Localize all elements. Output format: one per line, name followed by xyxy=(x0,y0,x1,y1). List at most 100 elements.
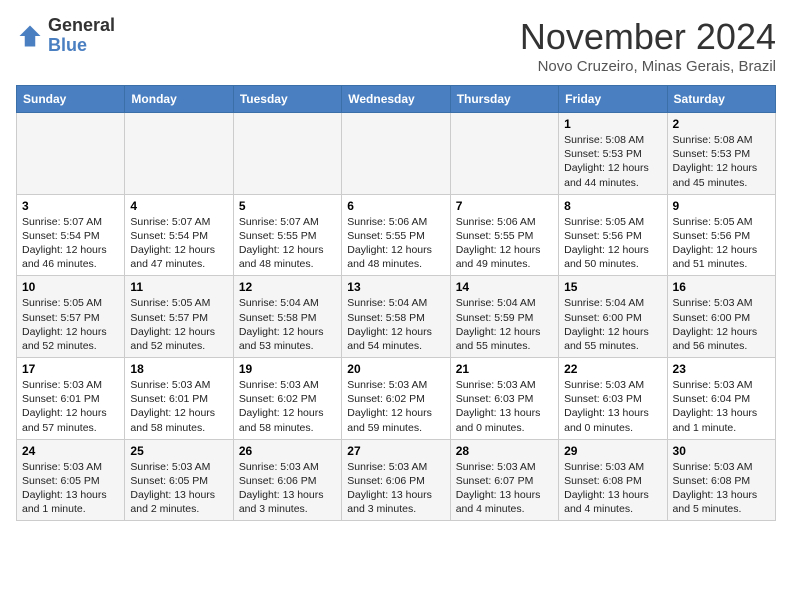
calendar-cell: 26Sunrise: 5:03 AMSunset: 6:06 PMDayligh… xyxy=(233,439,341,521)
calendar-cell: 8 Sunrise: 5:05 AMSunset: 5:56 PMDaylight… xyxy=(559,194,667,276)
calendar-cell: 27 Sunrise: 5:03 AMSunset: 6:06 PMDayligh… xyxy=(342,439,450,521)
day-info: Sunrise: 5:03 AMSunset: 6:01 PMDaylight:… xyxy=(22,378,119,435)
weekday-header-tuesday: Tuesday xyxy=(233,86,341,113)
day-info: Sunrise: 5:08 AMSunset: 5:53 PMDaylight:… xyxy=(564,133,661,190)
day-number: 24 xyxy=(22,444,119,458)
day-number: 6 xyxy=(347,199,444,213)
calendar-cell: 3 Sunrise: 5:07 AMSunset: 5:54 PMDaylight… xyxy=(17,194,125,276)
logo-general-text: General xyxy=(48,15,115,35)
calendar-cell: 14Sunrise: 5:04 AMSunset: 5:59 PMDayligh… xyxy=(450,276,558,358)
calendar-cell xyxy=(342,113,450,195)
day-number: 21 xyxy=(456,362,553,376)
calendar-cell: 6 Sunrise: 5:06 AMSunset: 5:55 PMDaylight… xyxy=(342,194,450,276)
month-title: November 2024 xyxy=(520,16,776,58)
day-info: Sunrise: 5:03 AMSunset: 6:05 PMDaylight:… xyxy=(22,460,119,517)
day-number: 26 xyxy=(239,444,336,458)
day-number: 20 xyxy=(347,362,444,376)
day-info: Sunrise: 5:05 AMSunset: 5:56 PMDaylight:… xyxy=(564,215,661,272)
day-number: 23 xyxy=(673,362,770,376)
calendar-cell: 17Sunrise: 5:03 AMSunset: 6:01 PMDayligh… xyxy=(17,358,125,440)
day-info: Sunrise: 5:05 AMSunset: 5:57 PMDaylight:… xyxy=(130,296,227,353)
day-number: 19 xyxy=(239,362,336,376)
calendar-cell: 2 Sunrise: 5:08 AMSunset: 5:53 PMDaylight… xyxy=(667,113,775,195)
day-number: 15 xyxy=(564,280,661,294)
calendar-cell xyxy=(450,113,558,195)
calendar-week-row: 3 Sunrise: 5:07 AMSunset: 5:54 PMDaylight… xyxy=(17,194,776,276)
day-info: Sunrise: 5:03 AMSunset: 6:03 PMDaylight:… xyxy=(456,378,553,435)
day-info: Sunrise: 5:03 AMSunset: 6:07 PMDaylight:… xyxy=(456,460,553,517)
calendar-cell: 23 Sunrise: 5:03 AMSunset: 6:04 PMDayligh… xyxy=(667,358,775,440)
calendar-cell: 10 Sunrise: 5:05 AMSunset: 5:57 PMDayligh… xyxy=(17,276,125,358)
weekday-header-wednesday: Wednesday xyxy=(342,86,450,113)
day-number: 29 xyxy=(564,444,661,458)
day-number: 27 xyxy=(347,444,444,458)
logo-blue-text: Blue xyxy=(48,35,87,55)
title-block: November 2024 Novo Cruzeiro, Minas Gerai… xyxy=(520,16,776,75)
day-number: 10 xyxy=(22,280,119,294)
calendar-cell: 11 Sunrise: 5:05 AMSunset: 5:57 PMDayligh… xyxy=(125,276,233,358)
logo: General Blue xyxy=(16,16,115,56)
day-number: 14 xyxy=(456,280,553,294)
weekday-header-saturday: Saturday xyxy=(667,86,775,113)
calendar-cell xyxy=(125,113,233,195)
calendar-cell: 18 Sunrise: 5:03 AMSunset: 6:01 PMDayligh… xyxy=(125,358,233,440)
weekday-header-row: SundayMondayTuesdayWednesdayThursdayFrid… xyxy=(17,86,776,113)
day-info: Sunrise: 5:05 AMSunset: 5:57 PMDaylight:… xyxy=(22,296,119,353)
weekday-header-sunday: Sunday xyxy=(17,86,125,113)
day-number: 18 xyxy=(130,362,227,376)
day-number: 12 xyxy=(239,280,336,294)
day-info: Sunrise: 5:06 AMSunset: 5:55 PMDaylight:… xyxy=(456,215,553,272)
day-number: 7 xyxy=(456,199,553,213)
calendar-cell: 29 Sunrise: 5:03 AMSunset: 6:08 PMDayligh… xyxy=(559,439,667,521)
day-info: Sunrise: 5:08 AMSunset: 5:53 PMDaylight:… xyxy=(673,133,770,190)
day-number: 25 xyxy=(130,444,227,458)
day-info: Sunrise: 5:03 AMSunset: 6:03 PMDaylight:… xyxy=(564,378,661,435)
day-info: Sunrise: 5:04 AMSunset: 5:58 PMDaylight:… xyxy=(239,296,336,353)
location-subtitle: Novo Cruzeiro, Minas Gerais, Brazil xyxy=(520,58,776,75)
calendar-week-row: 1 Sunrise: 5:08 AMSunset: 5:53 PMDaylight… xyxy=(17,113,776,195)
day-number: 3 xyxy=(22,199,119,213)
day-info: Sunrise: 5:03 AMSunset: 6:05 PMDaylight:… xyxy=(130,460,227,517)
day-number: 1 xyxy=(564,117,661,131)
logo-icon xyxy=(16,22,44,50)
day-info: Sunrise: 5:03 AMSunset: 6:08 PMDaylight:… xyxy=(673,460,770,517)
day-number: 2 xyxy=(673,117,770,131)
calendar-cell: 13Sunrise: 5:04 AMSunset: 5:58 PMDayligh… xyxy=(342,276,450,358)
calendar-cell: 25 Sunrise: 5:03 AMSunset: 6:05 PMDayligh… xyxy=(125,439,233,521)
day-info: Sunrise: 5:03 AMSunset: 6:02 PMDaylight:… xyxy=(347,378,444,435)
calendar-cell: 4Sunrise: 5:07 AMSunset: 5:54 PMDaylight… xyxy=(125,194,233,276)
calendar-cell xyxy=(233,113,341,195)
calendar-cell: 28 Sunrise: 5:03 AMSunset: 6:07 PMDayligh… xyxy=(450,439,558,521)
day-info: Sunrise: 5:03 AMSunset: 6:04 PMDaylight:… xyxy=(673,378,770,435)
calendar-week-row: 24 Sunrise: 5:03 AMSunset: 6:05 PMDayligh… xyxy=(17,439,776,521)
day-number: 5 xyxy=(239,199,336,213)
calendar-week-row: 17Sunrise: 5:03 AMSunset: 6:01 PMDayligh… xyxy=(17,358,776,440)
day-info: Sunrise: 5:06 AMSunset: 5:55 PMDaylight:… xyxy=(347,215,444,272)
calendar-week-row: 10 Sunrise: 5:05 AMSunset: 5:57 PMDayligh… xyxy=(17,276,776,358)
day-info: Sunrise: 5:05 AMSunset: 5:56 PMDaylight:… xyxy=(673,215,770,272)
day-number: 16 xyxy=(673,280,770,294)
day-info: Sunrise: 5:03 AMSunset: 6:08 PMDaylight:… xyxy=(564,460,661,517)
calendar-cell: 20 Sunrise: 5:03 AMSunset: 6:02 PMDayligh… xyxy=(342,358,450,440)
day-number: 22 xyxy=(564,362,661,376)
weekday-header-friday: Friday xyxy=(559,86,667,113)
day-info: Sunrise: 5:03 AMSunset: 6:01 PMDaylight:… xyxy=(130,378,227,435)
day-number: 11 xyxy=(130,280,227,294)
day-info: Sunrise: 5:07 AMSunset: 5:54 PMDaylight:… xyxy=(22,215,119,272)
calendar-cell: 24 Sunrise: 5:03 AMSunset: 6:05 PMDayligh… xyxy=(17,439,125,521)
calendar-cell: 5Sunrise: 5:07 AMSunset: 5:55 PMDaylight… xyxy=(233,194,341,276)
day-number: 9 xyxy=(673,199,770,213)
day-info: Sunrise: 5:03 AMSunset: 6:06 PMDaylight:… xyxy=(347,460,444,517)
calendar-cell: 16 Sunrise: 5:03 AMSunset: 6:00 PMDayligh… xyxy=(667,276,775,358)
calendar-cell: 30Sunrise: 5:03 AMSunset: 6:08 PMDayligh… xyxy=(667,439,775,521)
weekday-header-monday: Monday xyxy=(125,86,233,113)
day-info: Sunrise: 5:04 AMSunset: 6:00 PMDaylight:… xyxy=(564,296,661,353)
day-number: 28 xyxy=(456,444,553,458)
calendar-cell: 1 Sunrise: 5:08 AMSunset: 5:53 PMDaylight… xyxy=(559,113,667,195)
day-number: 4 xyxy=(130,199,227,213)
calendar-cell: 15 Sunrise: 5:04 AMSunset: 6:00 PMDayligh… xyxy=(559,276,667,358)
day-info: Sunrise: 5:03 AMSunset: 6:00 PMDaylight:… xyxy=(673,296,770,353)
day-number: 13 xyxy=(347,280,444,294)
calendar-cell: 12 Sunrise: 5:04 AMSunset: 5:58 PMDayligh… xyxy=(233,276,341,358)
day-number: 8 xyxy=(564,199,661,213)
